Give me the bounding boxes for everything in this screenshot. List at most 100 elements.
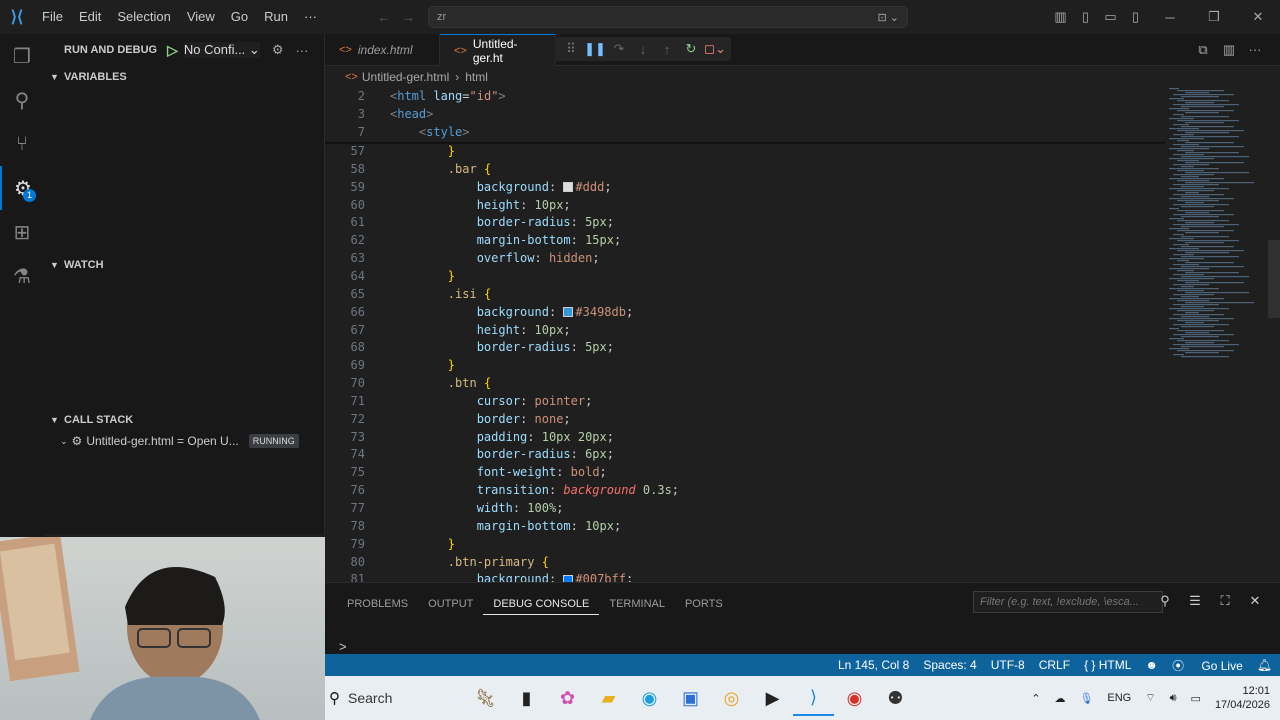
code-line[interactable]: 64 } (325, 267, 1165, 285)
watch-section[interactable]: ▼ WATCH (44, 254, 325, 276)
run-debug-icon[interactable]: ⚙ 1 (0, 166, 44, 210)
clear-console-icon[interactable]: ☰ (1180, 593, 1210, 609)
menu-run[interactable]: Run (256, 0, 296, 34)
call-stack-section[interactable]: ▼ CALL STACK (44, 409, 325, 431)
more-actions-icon[interactable]: ··· (295, 43, 308, 58)
call-stack-item[interactable]: ⌄ ⚙ Untitled-ger.html = Open U... RUNNIN… (44, 430, 325, 452)
sticky-scroll-line[interactable]: 2 <html lang="id"> (325, 87, 1165, 105)
code-line[interactable]: 59 background: #ddd; (325, 178, 1165, 196)
toggle-secondary-sidebar-icon[interactable]: ▯ (1123, 9, 1148, 25)
tab-problems[interactable]: PROBLEMS (337, 593, 418, 615)
code-line[interactable]: 81 background: #007bff; (325, 570, 1165, 582)
go-live-button[interactable]: ⦿ Go Live (1172, 657, 1243, 674)
back-arrow-icon[interactable]: ← (372, 9, 396, 25)
minimize-icon[interactable]: ─ (1148, 10, 1192, 25)
code-line[interactable]: 73 padding: 10px 20px; (325, 428, 1165, 446)
restore-icon[interactable]: ❐ (1192, 9, 1236, 25)
tab-ports[interactable]: PORTS (675, 593, 733, 615)
maximize-panel-icon[interactable]: ⛶ (1210, 593, 1240, 609)
code-line[interactable]: 62 margin-bottom: 15px; (325, 231, 1165, 249)
command-center-search[interactable]: zr ⊡ ⌄ (428, 6, 908, 28)
step-into-icon[interactable]: ↓ (631, 42, 655, 57)
code-line[interactable]: 67 height: 10px; (325, 321, 1165, 339)
code-line[interactable]: 61 border-radius: 5px; (325, 213, 1165, 231)
menu-edit[interactable]: Edit (71, 0, 109, 34)
code-line[interactable]: 75 font-weight: bold; (325, 463, 1165, 481)
sticky-scroll-line[interactable]: 3 <head> (325, 105, 1165, 123)
language-mode[interactable]: { } HTML (1084, 658, 1131, 672)
forward-arrow-icon[interactable]: → (396, 9, 420, 25)
step-over-icon[interactable]: ↷ (607, 41, 631, 57)
language-indicator[interactable]: ENG (1107, 692, 1131, 704)
sticky-scroll-line[interactable]: 7 <style> (325, 123, 1165, 141)
code-line[interactable]: 68 border-radius: 5px; (325, 338, 1165, 356)
wifi-icon[interactable]: ⌔ (1145, 691, 1155, 705)
code-line[interactable]: 80 .btn-primary { (325, 553, 1165, 571)
explorer-icon[interactable]: ❐ (0, 34, 44, 78)
code-line[interactable]: 70 .btn { (325, 374, 1165, 392)
pause-icon[interactable]: ❚❚ (583, 41, 607, 57)
tab-index-html[interactable]: <> index.html (325, 34, 440, 66)
menu-more[interactable]: ··· (296, 0, 325, 34)
microphone-icon[interactable]: 🎙︎ (1079, 692, 1093, 705)
code-line[interactable]: 79 } (325, 535, 1165, 553)
battery-icon[interactable]: ▭ (1191, 692, 1201, 705)
end-of-line[interactable]: CRLF (1039, 658, 1070, 672)
code-line[interactable]: 77 width: 100%; (325, 499, 1165, 517)
minimap[interactable] (1165, 86, 1280, 582)
menu-selection[interactable]: Selection (109, 0, 178, 34)
testing-icon[interactable]: ⚗ (0, 254, 44, 298)
code-line[interactable]: 63 overflow: hidden; (325, 249, 1165, 267)
tab-output[interactable]: OUTPUT (418, 593, 483, 615)
code-line[interactable]: 76 transition: background 0.3s; (325, 481, 1165, 499)
onedrive-icon[interactable]: ☁ (1054, 692, 1065, 705)
volume-icon[interactable]: 🔊︎ (1170, 692, 1177, 705)
more-actions-icon[interactable]: ··· (1242, 42, 1268, 58)
encoding[interactable]: UTF-8 (991, 658, 1025, 672)
code-line[interactable]: 78 margin-bottom: 10px; (325, 517, 1165, 535)
code-line[interactable]: 72 border: none; (325, 410, 1165, 428)
source-control-icon[interactable]: ⑂ (0, 122, 44, 166)
menu-file[interactable]: File (34, 0, 71, 34)
search-icon[interactable]: ⚲ (1150, 593, 1180, 609)
open-preview-icon[interactable]: ⧉ (1190, 42, 1216, 58)
debug-console-filter-input[interactable]: Filter (e.g. text, !exclude, \esca... (973, 591, 1163, 613)
taskbar-search[interactable]: ⚲ Search (325, 682, 465, 714)
split-editor-icon[interactable]: ▥ (1216, 42, 1242, 58)
chevron-up-icon[interactable]: ⌃ (1031, 692, 1040, 705)
toggle-sidebar-icon[interactable]: ▯ (1073, 9, 1098, 25)
task-view-icon[interactable]: ▮ (506, 680, 547, 716)
github-desktop-icon[interactable]: ⚉ (875, 680, 916, 716)
copilot-icon[interactable]: ☻ (1145, 658, 1158, 672)
code-line[interactable]: 60 height: 10px; (325, 196, 1165, 214)
edge-icon[interactable]: ◉ (629, 680, 670, 716)
search-icon[interactable]: ⚲ (0, 78, 44, 122)
chrome-canary-icon[interactable]: ◎ (711, 680, 752, 716)
breadcrumb-symbol[interactable]: html (465, 70, 488, 84)
variables-section[interactable]: ▼ VARIABLES (44, 66, 325, 88)
menu-go[interactable]: Go (223, 0, 256, 34)
indentation[interactable]: Spaces: 4 (923, 658, 976, 672)
cursor-position[interactable]: Ln 145, Col 8 (838, 658, 909, 672)
settings-gear-icon[interactable]: ⚙ (272, 42, 284, 58)
code-line[interactable]: 58 .bar { (325, 160, 1165, 178)
copilot-app-icon[interactable]: ✿ (547, 680, 588, 716)
widget-icon[interactable]: 🦎︎ (465, 680, 506, 716)
code-line[interactable]: 69 } (325, 356, 1165, 374)
layout-icon[interactable]: ▥ (1048, 9, 1073, 25)
console-prompt[interactable]: > (339, 639, 347, 654)
tab-debug-console[interactable]: DEBUG CONSOLE (483, 593, 600, 615)
toggle-panel-icon[interactable]: ▭ (1098, 9, 1123, 25)
copilot-icon[interactable]: ⊡ ⌄ (878, 11, 900, 24)
clock[interactable]: 12:01 17/04/2026 (1215, 684, 1270, 712)
code-editor[interactable]: 2 <html lang="id"> 3 <head> 7 <style> 57 } 58 … (325, 86, 1165, 582)
media-player-icon[interactable]: ▶ (752, 680, 793, 716)
vscode-taskbar-icon[interactable]: ⟩ (793, 680, 834, 716)
code-line[interactable]: 66 background: #3498db; (325, 303, 1165, 321)
chrome-icon[interactable]: ◉ (834, 680, 875, 716)
close-icon[interactable]: ✕ (1236, 9, 1280, 25)
code-line[interactable]: 71 cursor: pointer; (325, 392, 1165, 410)
stop-icon[interactable]: ◻⌄ (703, 41, 727, 57)
notifications-bell-icon[interactable]: 🔔︎ (1257, 658, 1272, 672)
breadcrumb-file[interactable]: Untitled-ger.html (362, 70, 449, 84)
